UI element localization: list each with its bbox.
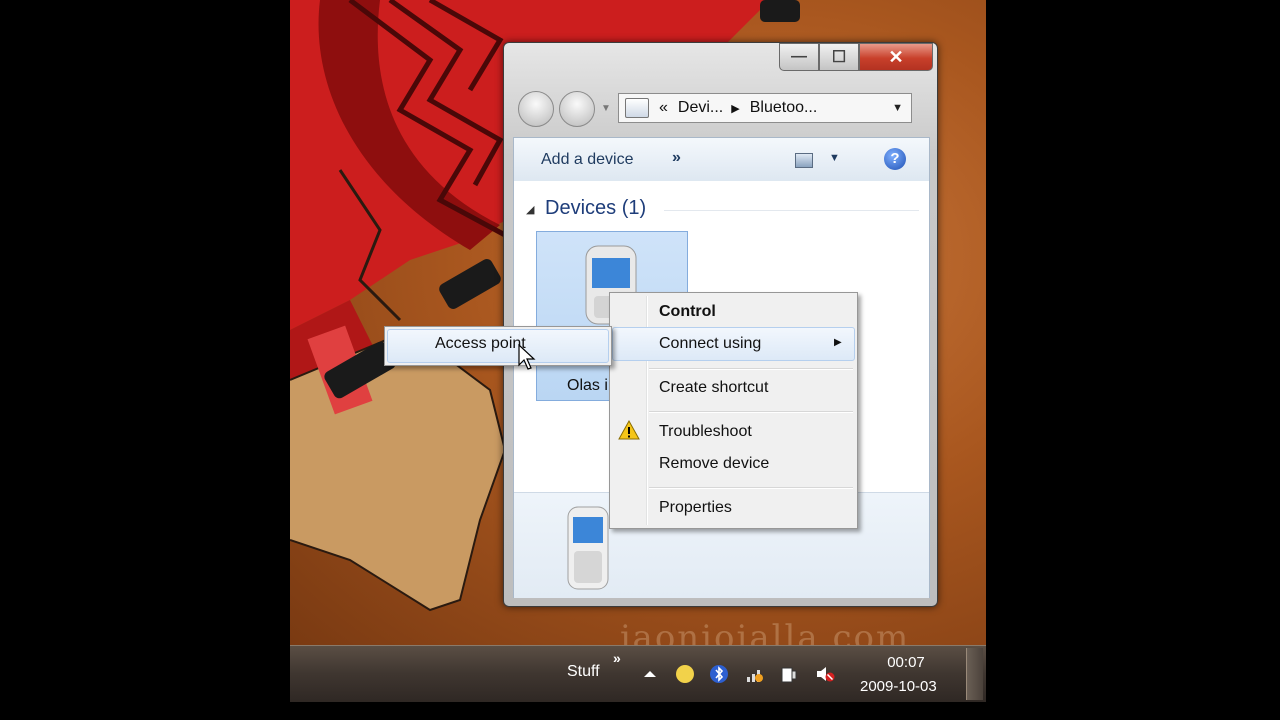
menu-separator [649,368,853,370]
menu-separator [649,411,853,413]
recent-pages-dropdown[interactable]: ▼ [601,103,611,114]
clock-time[interactable]: 00:07 [886,654,926,671]
address-bar[interactable]: « Devi... ▶ Bluetoo... ▼ [618,93,912,123]
menu-item-control[interactable]: Control [659,303,716,321]
devices-group-title[interactable]: Devices (1) [545,197,646,220]
help-button[interactable]: ? [884,148,906,170]
close-button[interactable]: ✕ [859,43,933,71]
toolbar-chevron-button[interactable]: » [613,650,621,666]
menu-item-properties[interactable]: Properties [659,499,732,517]
view-options-dropdown-icon[interactable]: ▼ [829,152,840,164]
breadcrumb-devices[interactable]: Devi... [678,99,723,117]
submenu-item-access-point[interactable]: Access point [435,335,526,353]
change-view-icon[interactable] [795,153,813,168]
breadcrumb-overflow[interactable]: « [659,99,668,117]
taskbar-toolbar-stuff[interactable]: Stuff [567,663,600,681]
connect-using-submenu: Access point [384,326,612,366]
device-context-menu: Control Connect using ▶ Create shortcut … [609,292,858,529]
show-hidden-icons-button[interactable] [640,664,660,684]
taskbar: Stuff » 00:07 2009-10-03 [290,645,986,702]
devices-folder-icon [625,98,649,118]
group-divider [664,210,919,211]
menu-item-connect-using[interactable]: Connect using [659,335,761,353]
network-signal-tray-icon[interactable] [745,664,765,684]
bluetooth-tray-icon[interactable] [709,664,729,684]
power-tray-icon[interactable] [779,664,799,684]
breadcrumb-bluetooth[interactable]: Bluetoo... [750,99,818,117]
menu-item-remove-device[interactable]: Remove device [659,455,769,473]
address-dropdown-icon[interactable]: ▼ [892,102,903,114]
add-device-button[interactable]: Add a device [541,151,634,169]
show-desktop-button[interactable] [966,648,983,700]
device-name-label[interactable]: Olas i [567,377,608,395]
volume-muted-tray-icon[interactable] [815,664,835,684]
device-details-phone-icon [567,506,609,590]
minimize-button[interactable]: — [779,43,819,71]
mouse-pointer-icon [518,344,536,370]
menu-item-create-shortcut[interactable]: Create shortcut [659,379,768,397]
warning-icon [618,420,640,440]
wallpaper-watermark: jaonioialla.com [620,618,911,645]
clock-date[interactable]: 2009-10-03 [860,678,937,695]
group-collapse-icon[interactable]: ◢ [526,203,534,216]
forward-button[interactable] [559,91,595,127]
window-controls: — ☐ ✕ [779,43,933,71]
submenu-arrow-icon: ▶ [834,337,842,348]
menu-item-troubleshoot[interactable]: Troubleshoot [659,423,752,441]
more-commands-button[interactable]: » [672,149,681,167]
command-bar: Add a device » ▼ ? [513,137,930,183]
messenger-tray-icon[interactable] [675,664,695,684]
menu-separator [649,487,853,489]
back-button[interactable] [518,91,554,127]
breadcrumb-separator-icon[interactable]: ▶ [731,102,739,115]
maximize-button[interactable]: ☐ [819,43,859,71]
